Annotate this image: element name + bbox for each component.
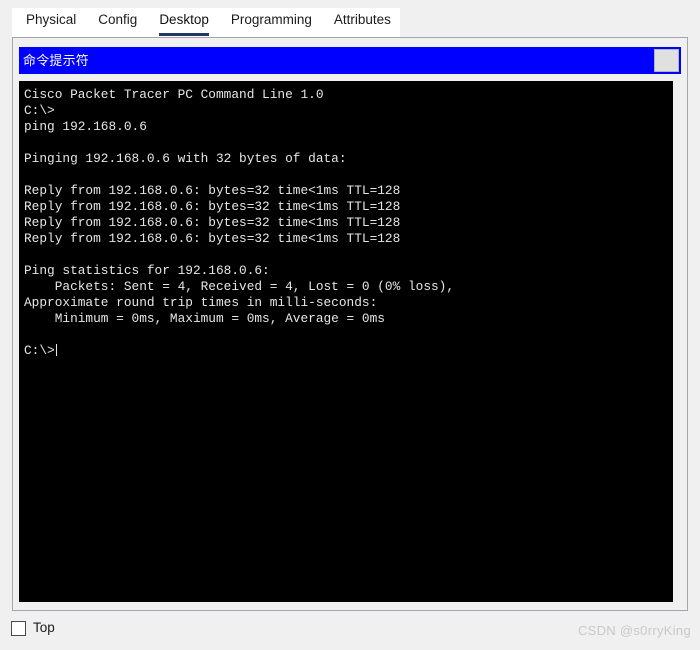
- terminal-line: Reply from 192.168.0.6: bytes=32 time<1m…: [24, 215, 401, 230]
- terminal-line: ping 192.168.0.6: [24, 119, 147, 134]
- tab-config[interactable]: Config: [98, 8, 137, 36]
- terminal-prompt-line: C:\>: [19, 343, 673, 359]
- bottom-bar: Top CSDN @s0rryKing: [0, 616, 700, 650]
- tab-attributes[interactable]: Attributes: [334, 8, 391, 36]
- device-tab-bar: Physical Config Desktop Programming Attribut…: [12, 8, 400, 37]
- top-checkbox-group[interactable]: Top: [11, 620, 55, 636]
- terminal-line: Minimum = 0ms, Maximum = 0ms, Average = …: [24, 311, 385, 326]
- command-prompt-title: 命令提示符: [23, 53, 90, 68]
- terminal-line: Pinging 192.168.0.6 with 32 bytes of dat…: [24, 151, 347, 166]
- tab-programming[interactable]: Programming: [231, 8, 312, 36]
- terminal-line: C:\>: [24, 103, 55, 118]
- tab-desktop[interactable]: Desktop: [159, 8, 209, 36]
- terminal-prompt: C:\>: [24, 343, 55, 358]
- terminal-line: Reply from 192.168.0.6: bytes=32 time<1m…: [24, 183, 401, 198]
- terminal-output[interactable]: Cisco Packet Tracer PC Command Line 1.0 C…: [19, 81, 673, 602]
- terminal-line: Reply from 192.168.0.6: bytes=32 time<1m…: [24, 199, 401, 214]
- terminal-line: Reply from 192.168.0.6: bytes=32 time<1m…: [24, 231, 401, 246]
- terminal-line: Approximate round trip times in milli-se…: [24, 295, 378, 310]
- text-cursor: [55, 344, 57, 356]
- terminal-line: Packets: Sent = 4, Received = 4, Lost = …: [24, 279, 455, 294]
- watermark-text: CSDN @s0rryKing: [577, 623, 691, 638]
- tab-physical[interactable]: Physical: [26, 8, 76, 36]
- terminal-line: Cisco Packet Tracer PC Command Line 1.0: [24, 87, 324, 102]
- top-checkbox-label: Top: [33, 620, 55, 635]
- command-prompt-titlebar: 命令提示符: [19, 47, 681, 74]
- desktop-content-panel: 命令提示符 Cisco Packet Tracer PC Command Lin…: [12, 37, 688, 611]
- close-icon[interactable]: [654, 49, 679, 72]
- terminal-line: Ping statistics for 192.168.0.6:: [24, 263, 270, 278]
- command-prompt-window: 命令提示符 Cisco Packet Tracer PC Command Lin…: [19, 47, 681, 602]
- top-checkbox[interactable]: [11, 620, 26, 636]
